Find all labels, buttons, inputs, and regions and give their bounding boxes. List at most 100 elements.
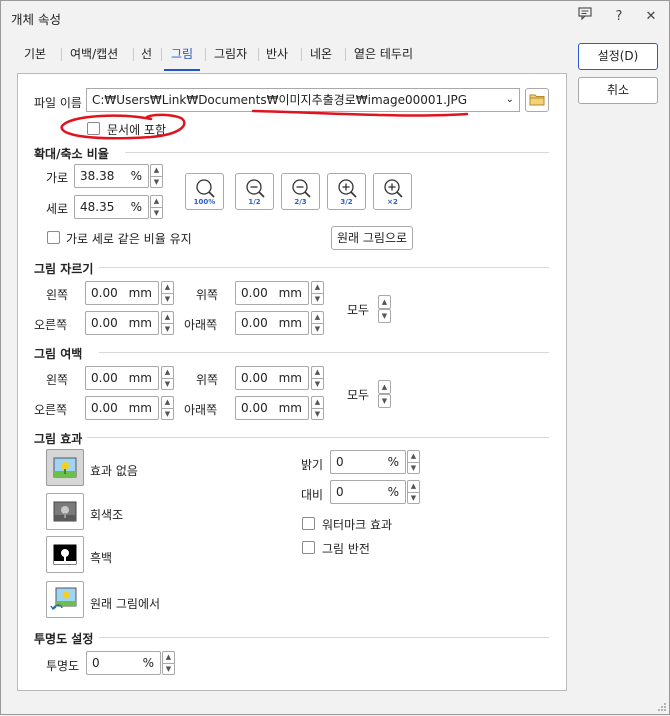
embed-in-document-checkbox[interactable] — [87, 122, 100, 135]
crop-top-input[interactable]: 0.00 mm — [235, 281, 309, 305]
watermark-checkbox[interactable] — [302, 517, 315, 530]
margin-top-spinner[interactable]: ▲ ▼ — [311, 366, 324, 390]
close-icon[interactable]: ✕ — [640, 7, 662, 27]
chevron-up-icon[interactable]: ▲ — [161, 281, 174, 293]
effect-from-original-button[interactable] — [46, 581, 84, 618]
keep-ratio-checkbox[interactable] — [47, 231, 60, 244]
chevron-down-icon[interactable]: ▼ — [161, 293, 174, 305]
help-icon[interactable]: ? — [608, 7, 630, 27]
crop-left-spinner[interactable]: ▲ ▼ — [161, 281, 174, 305]
restore-original-button[interactable]: 원래 그림으로 — [331, 226, 413, 250]
crop-bottom-label: 아래쪽 — [184, 318, 218, 332]
contrast-input[interactable]: 0% — [330, 480, 406, 504]
crop-all-spinner[interactable]: ▲ ▼ — [378, 295, 391, 323]
scale-width-spinner[interactable]: ▲ ▼ — [150, 164, 163, 188]
zoom-two-thirds-button[interactable]: 2/3 — [281, 173, 320, 210]
margin-bottom-input[interactable]: 0.00 mm — [235, 396, 309, 420]
tab-shadow[interactable]: 그림자 — [207, 45, 254, 71]
effect-black-white-button[interactable] — [46, 536, 84, 573]
transparency-input[interactable]: 0% — [86, 651, 161, 675]
crop-bottom-input[interactable]: 0.00 mm — [235, 311, 309, 335]
zoom-three-halves-button[interactable]: 3/2 — [327, 173, 366, 210]
chevron-down-icon[interactable]: ▼ — [162, 663, 175, 675]
margin-top-input[interactable]: 0.00 mm — [235, 366, 309, 390]
browse-folder-button[interactable] — [525, 88, 549, 112]
watermark-label: 워터마크 효과 — [322, 518, 393, 532]
margin-left-input[interactable]: 0.00 mm — [85, 366, 159, 390]
margin-right-spinner[interactable]: ▲ ▼ — [161, 396, 174, 420]
chevron-down-icon[interactable]: ▼ — [407, 462, 420, 474]
tab-soft-edge[interactable]: 옅은 테두리 — [347, 45, 420, 71]
chevron-up-icon[interactable]: ▲ — [150, 195, 163, 207]
chevron-up-icon[interactable]: ▲ — [150, 164, 163, 176]
chevron-up-icon[interactable]: ▲ — [161, 396, 174, 408]
margin-all-spinner[interactable]: ▲ ▼ — [378, 380, 391, 408]
tab-margin-caption[interactable]: 여백/캡션 — [63, 45, 125, 71]
chevron-down-icon[interactable]: ▼ — [407, 492, 420, 504]
crop-top-label: 위쪽 — [196, 288, 219, 302]
keep-ratio-label: 가로 세로 같은 비율 유지 — [66, 232, 192, 246]
chevron-down-icon[interactable]: ▼ — [311, 378, 324, 390]
zoom-label: 100% — [193, 198, 216, 206]
chevron-up-icon[interactable]: ▲ — [311, 311, 324, 323]
tab-basic[interactable]: 기본 — [17, 45, 53, 71]
ok-button[interactable]: 설정(D) — [578, 43, 658, 70]
crop-right-spinner[interactable]: ▲ ▼ — [161, 311, 174, 335]
scale-height-input[interactable]: 48.35 % — [74, 195, 149, 219]
brightness-spinner[interactable]: ▲ ▼ — [407, 450, 420, 474]
tab-line[interactable]: 선 — [134, 45, 159, 71]
section-divider — [87, 437, 549, 438]
chevron-down-icon[interactable]: ▼ — [378, 309, 391, 323]
margin-bottom-spinner[interactable]: ▲ ▼ — [311, 396, 324, 420]
chevron-up-icon[interactable]: ▲ — [311, 281, 324, 293]
comment-icon[interactable] — [574, 7, 596, 27]
zoom-100-button[interactable]: 100% — [185, 173, 224, 210]
brightness-input[interactable]: 0% — [330, 450, 406, 474]
crop-left-input[interactable]: 0.00 mm — [85, 281, 159, 305]
crop-bottom-spinner[interactable]: ▲ ▼ — [311, 311, 324, 335]
transparency-spinner[interactable]: ▲ ▼ — [162, 651, 175, 675]
chevron-up-icon[interactable]: ▲ — [378, 380, 391, 394]
chevron-down-icon[interactable]: ⌄ — [506, 89, 514, 111]
effect-grayscale-button[interactable] — [46, 493, 84, 530]
margin-left-label: 왼쪽 — [46, 373, 69, 387]
chevron-up-icon[interactable]: ▲ — [378, 295, 391, 309]
scale-height-spinner[interactable]: ▲ ▼ — [150, 195, 163, 219]
margin-left-spinner[interactable]: ▲ ▼ — [161, 366, 174, 390]
tab-picture[interactable]: 그림 — [164, 45, 201, 71]
chevron-down-icon[interactable]: ▼ — [161, 323, 174, 335]
zoom-label: 2/3 — [294, 198, 307, 206]
scale-width-input[interactable]: 38.38 % — [74, 164, 149, 188]
chevron-up-icon[interactable]: ▲ — [161, 311, 174, 323]
crop-top-spinner[interactable]: ▲ ▼ — [311, 281, 324, 305]
file-path-combo[interactable]: C:₩Users₩Link₩Documents₩이미지추출경로₩image000… — [86, 88, 520, 112]
cancel-button[interactable]: 취소 — [578, 77, 658, 104]
chevron-down-icon[interactable]: ▼ — [150, 176, 163, 188]
chevron-down-icon[interactable]: ▼ — [311, 293, 324, 305]
chevron-down-icon[interactable]: ▼ — [161, 408, 174, 420]
contrast-spinner[interactable]: ▲ ▼ — [407, 480, 420, 504]
chevron-down-icon[interactable]: ▼ — [378, 394, 391, 408]
chevron-up-icon[interactable]: ▲ — [407, 480, 420, 492]
chevron-up-icon[interactable]: ▲ — [311, 396, 324, 408]
chevron-down-icon[interactable]: ▼ — [150, 207, 163, 219]
resize-grip-icon[interactable] — [657, 702, 667, 712]
effect-none-button[interactable] — [46, 449, 84, 486]
zoom-half-button[interactable]: 1/2 — [235, 173, 274, 210]
invert-checkbox[interactable] — [302, 541, 315, 554]
chevron-up-icon[interactable]: ▲ — [407, 450, 420, 462]
tab-neon[interactable]: 네온 — [303, 45, 339, 71]
chevron-down-icon[interactable]: ▼ — [311, 408, 324, 420]
margin-right-input[interactable]: 0.00 mm — [85, 396, 159, 420]
chevron-up-icon[interactable]: ▲ — [311, 366, 324, 378]
chevron-up-icon[interactable]: ▲ — [162, 651, 175, 663]
zoom-label: ×2 — [387, 198, 398, 206]
unit-label: mm — [278, 316, 302, 330]
crop-right-input[interactable]: 0.00 mm — [85, 311, 159, 335]
zoom-double-button[interactable]: ×2 — [373, 173, 412, 210]
chevron-down-icon[interactable]: ▼ — [311, 323, 324, 335]
crop-left-label: 왼쪽 — [46, 288, 69, 302]
tab-reflection[interactable]: 반사 — [259, 45, 295, 71]
chevron-up-icon[interactable]: ▲ — [161, 366, 174, 378]
chevron-down-icon[interactable]: ▼ — [161, 378, 174, 390]
